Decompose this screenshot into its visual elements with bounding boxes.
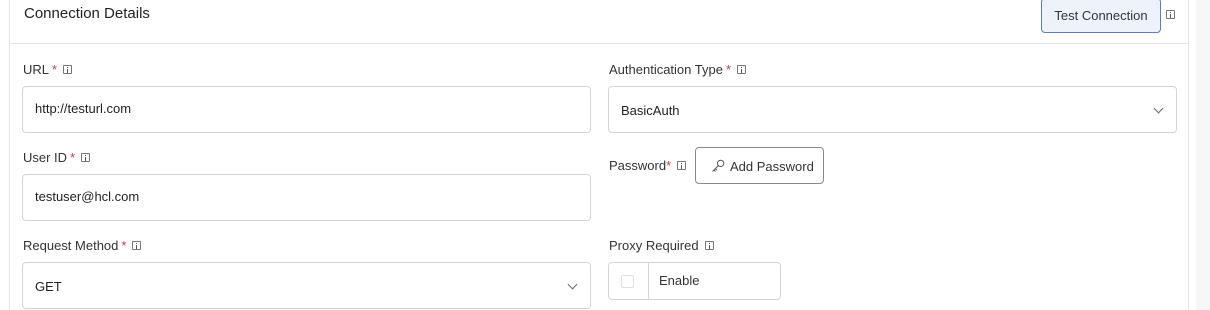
info-icon[interactable] bbox=[1166, 10, 1175, 19]
url-label: URL * bbox=[23, 62, 73, 77]
info-icon[interactable] bbox=[737, 65, 747, 75]
chevron-down-icon bbox=[567, 279, 578, 290]
user-id-field[interactable] bbox=[22, 174, 591, 221]
url-input[interactable] bbox=[35, 101, 562, 116]
chevron-down-icon bbox=[1153, 103, 1164, 114]
key-icon bbox=[712, 159, 725, 172]
panel-header: Connection Details Test Connection bbox=[10, 0, 1188, 44]
add-password-label: Add Password bbox=[730, 159, 814, 174]
info-icon[interactable] bbox=[677, 161, 687, 171]
info-icon[interactable] bbox=[81, 153, 91, 163]
auth-type-select[interactable]: BasicAuth bbox=[608, 86, 1177, 133]
test-connection-button[interactable]: Test Connection bbox=[1041, 0, 1161, 33]
proxy-required-label-text: Proxy Required bbox=[609, 238, 699, 253]
auth-type-label: Authentication Type * bbox=[609, 62, 747, 77]
url-label-text: URL bbox=[23, 62, 50, 77]
info-icon[interactable] bbox=[704, 241, 714, 251]
panel-title: Connection Details bbox=[24, 5, 150, 22]
auth-type-selected-value: BasicAuth bbox=[621, 103, 680, 118]
password-label-text: Password bbox=[609, 158, 667, 173]
proxy-checkbox-cell[interactable] bbox=[609, 263, 649, 299]
request-method-selected-value: GET bbox=[35, 279, 62, 294]
scrollbar-track[interactable] bbox=[1196, 0, 1210, 310]
proxy-enable-toggle[interactable]: Enable bbox=[608, 262, 781, 300]
connection-details-panel: Connection Details Test Connection URL * … bbox=[9, 0, 1189, 310]
required-mark: * bbox=[121, 238, 127, 253]
info-icon[interactable] bbox=[132, 241, 142, 251]
required-mark: * bbox=[70, 150, 76, 165]
request-method-select[interactable]: GET bbox=[22, 262, 591, 309]
required-mark: * bbox=[725, 62, 732, 77]
info-icon[interactable] bbox=[63, 65, 73, 75]
required-mark: * bbox=[666, 158, 672, 173]
request-method-label-text: Request Method bbox=[23, 238, 119, 253]
user-id-label-text: User ID bbox=[23, 150, 68, 165]
url-field[interactable] bbox=[22, 86, 591, 133]
request-method-label: Request Method * bbox=[23, 238, 142, 253]
user-id-input[interactable] bbox=[35, 189, 562, 204]
proxy-enable-checkbox[interactable] bbox=[621, 275, 634, 288]
required-mark: * bbox=[52, 62, 58, 77]
auth-type-label-text: Authentication Type bbox=[609, 62, 723, 77]
user-id-label: User ID * bbox=[23, 150, 91, 165]
password-label: Password* bbox=[609, 158, 687, 173]
proxy-required-label: Proxy Required bbox=[609, 238, 714, 253]
proxy-enable-label: Enable bbox=[659, 273, 700, 288]
add-password-button[interactable]: Add Password bbox=[695, 147, 824, 184]
